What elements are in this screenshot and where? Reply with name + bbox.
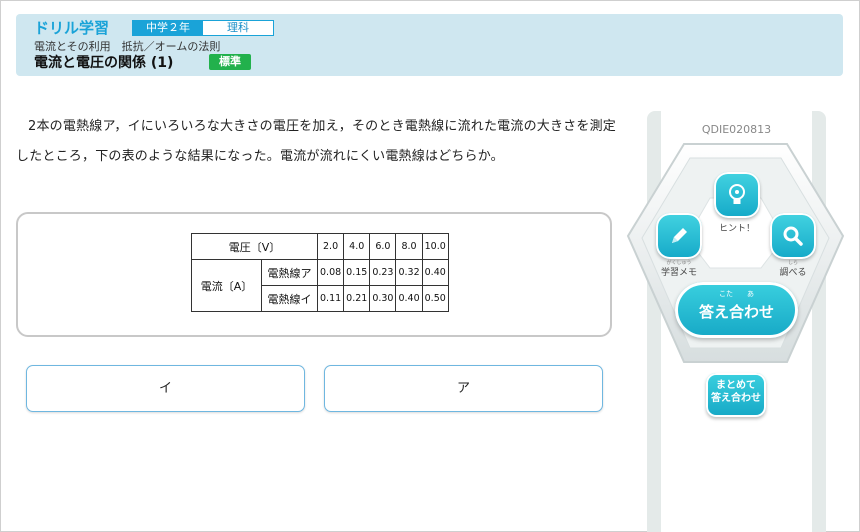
current-cell: 0.08 [316, 259, 345, 286]
memo-button[interactable] [656, 213, 702, 259]
subject-tag: 理科 [227, 21, 249, 34]
current-cell: 0.32 [395, 259, 423, 286]
current-cell: 0.15 [343, 259, 371, 286]
check-all-line1: まとめて [716, 380, 756, 391]
page-title: 電流と電圧の関係 (1) [34, 55, 174, 71]
voltage-cell: 6.0 [369, 233, 397, 260]
current-cell: 0.40 [421, 259, 449, 286]
search-button[interactable] [770, 213, 816, 259]
current-header: 電流〔A〕 [191, 259, 262, 312]
answer-option-2[interactable]: ア [324, 365, 603, 412]
table-row: 電圧〔V〕 2.0 4.0 6.0 8.0 10.0 [191, 233, 449, 260]
memo-label: 学習メモ [660, 268, 697, 278]
data-table-box: 電圧〔V〕 2.0 4.0 6.0 8.0 10.0 電流〔A〕 電熱線ア 0.… [16, 212, 612, 337]
table-row: 電流〔A〕 電熱線ア 0.08 0.15 0.23 0.32 0.40 [191, 259, 449, 312]
check-answer-label: 答え合わせ [698, 303, 774, 321]
current-cell: 0.50 [421, 285, 449, 312]
voltage-cell: 2.0 [316, 233, 345, 260]
check-all-button[interactable]: まとめて 答え合わせ [706, 373, 766, 417]
check-answer-ruby: こた あ [719, 290, 754, 298]
lightbulb-icon [729, 184, 745, 204]
current-cell: 0.11 [316, 285, 345, 312]
voltage-header: 電圧〔V〕 [191, 233, 318, 260]
brand-title: ドリル学習 [34, 19, 110, 37]
current-cell: 0.21 [343, 285, 371, 312]
voltage-cell: 8.0 [395, 233, 423, 260]
wire-label: 電熱線ア [261, 259, 318, 286]
search-icon [783, 226, 803, 246]
data-table: 電圧〔V〕 2.0 4.0 6.0 8.0 10.0 電流〔A〕 電熱線ア 0.… [191, 233, 449, 312]
hint-button[interactable] [714, 172, 760, 218]
question-id: QDIE020813 [701, 123, 772, 136]
grade-tag: 中学２年 [133, 21, 203, 35]
hint-label: ヒント！ [718, 224, 755, 234]
check-answer-button[interactable]: こた あ 答え合わせ [675, 282, 798, 338]
current-cell: 0.40 [395, 285, 423, 312]
check-all-line2: 答え合わせ [711, 393, 761, 404]
grade-subject-tags: 中学２年 理科 [132, 20, 274, 36]
search-label: 調べる [779, 268, 807, 278]
voltage-cell: 4.0 [343, 233, 371, 260]
level-badge: 標準 [209, 54, 251, 70]
answer-option-1[interactable]: イ [26, 365, 305, 412]
question-text: 2本の電熱線ア，イにいろいろな大きさの電圧を加え，そのとき電熱線に流れた電流の大… [16, 119, 616, 164]
wire-label: 電熱線イ [261, 285, 318, 312]
voltage-cell: 10.0 [421, 233, 449, 260]
header-panel: ドリル学習 中学２年 理科 電流とその利用 抵抗／オームの法則 電流と電圧の関係… [16, 14, 843, 76]
current-cell: 0.30 [369, 285, 397, 312]
pencil-icon [672, 228, 687, 243]
current-cell: 0.23 [369, 259, 397, 286]
